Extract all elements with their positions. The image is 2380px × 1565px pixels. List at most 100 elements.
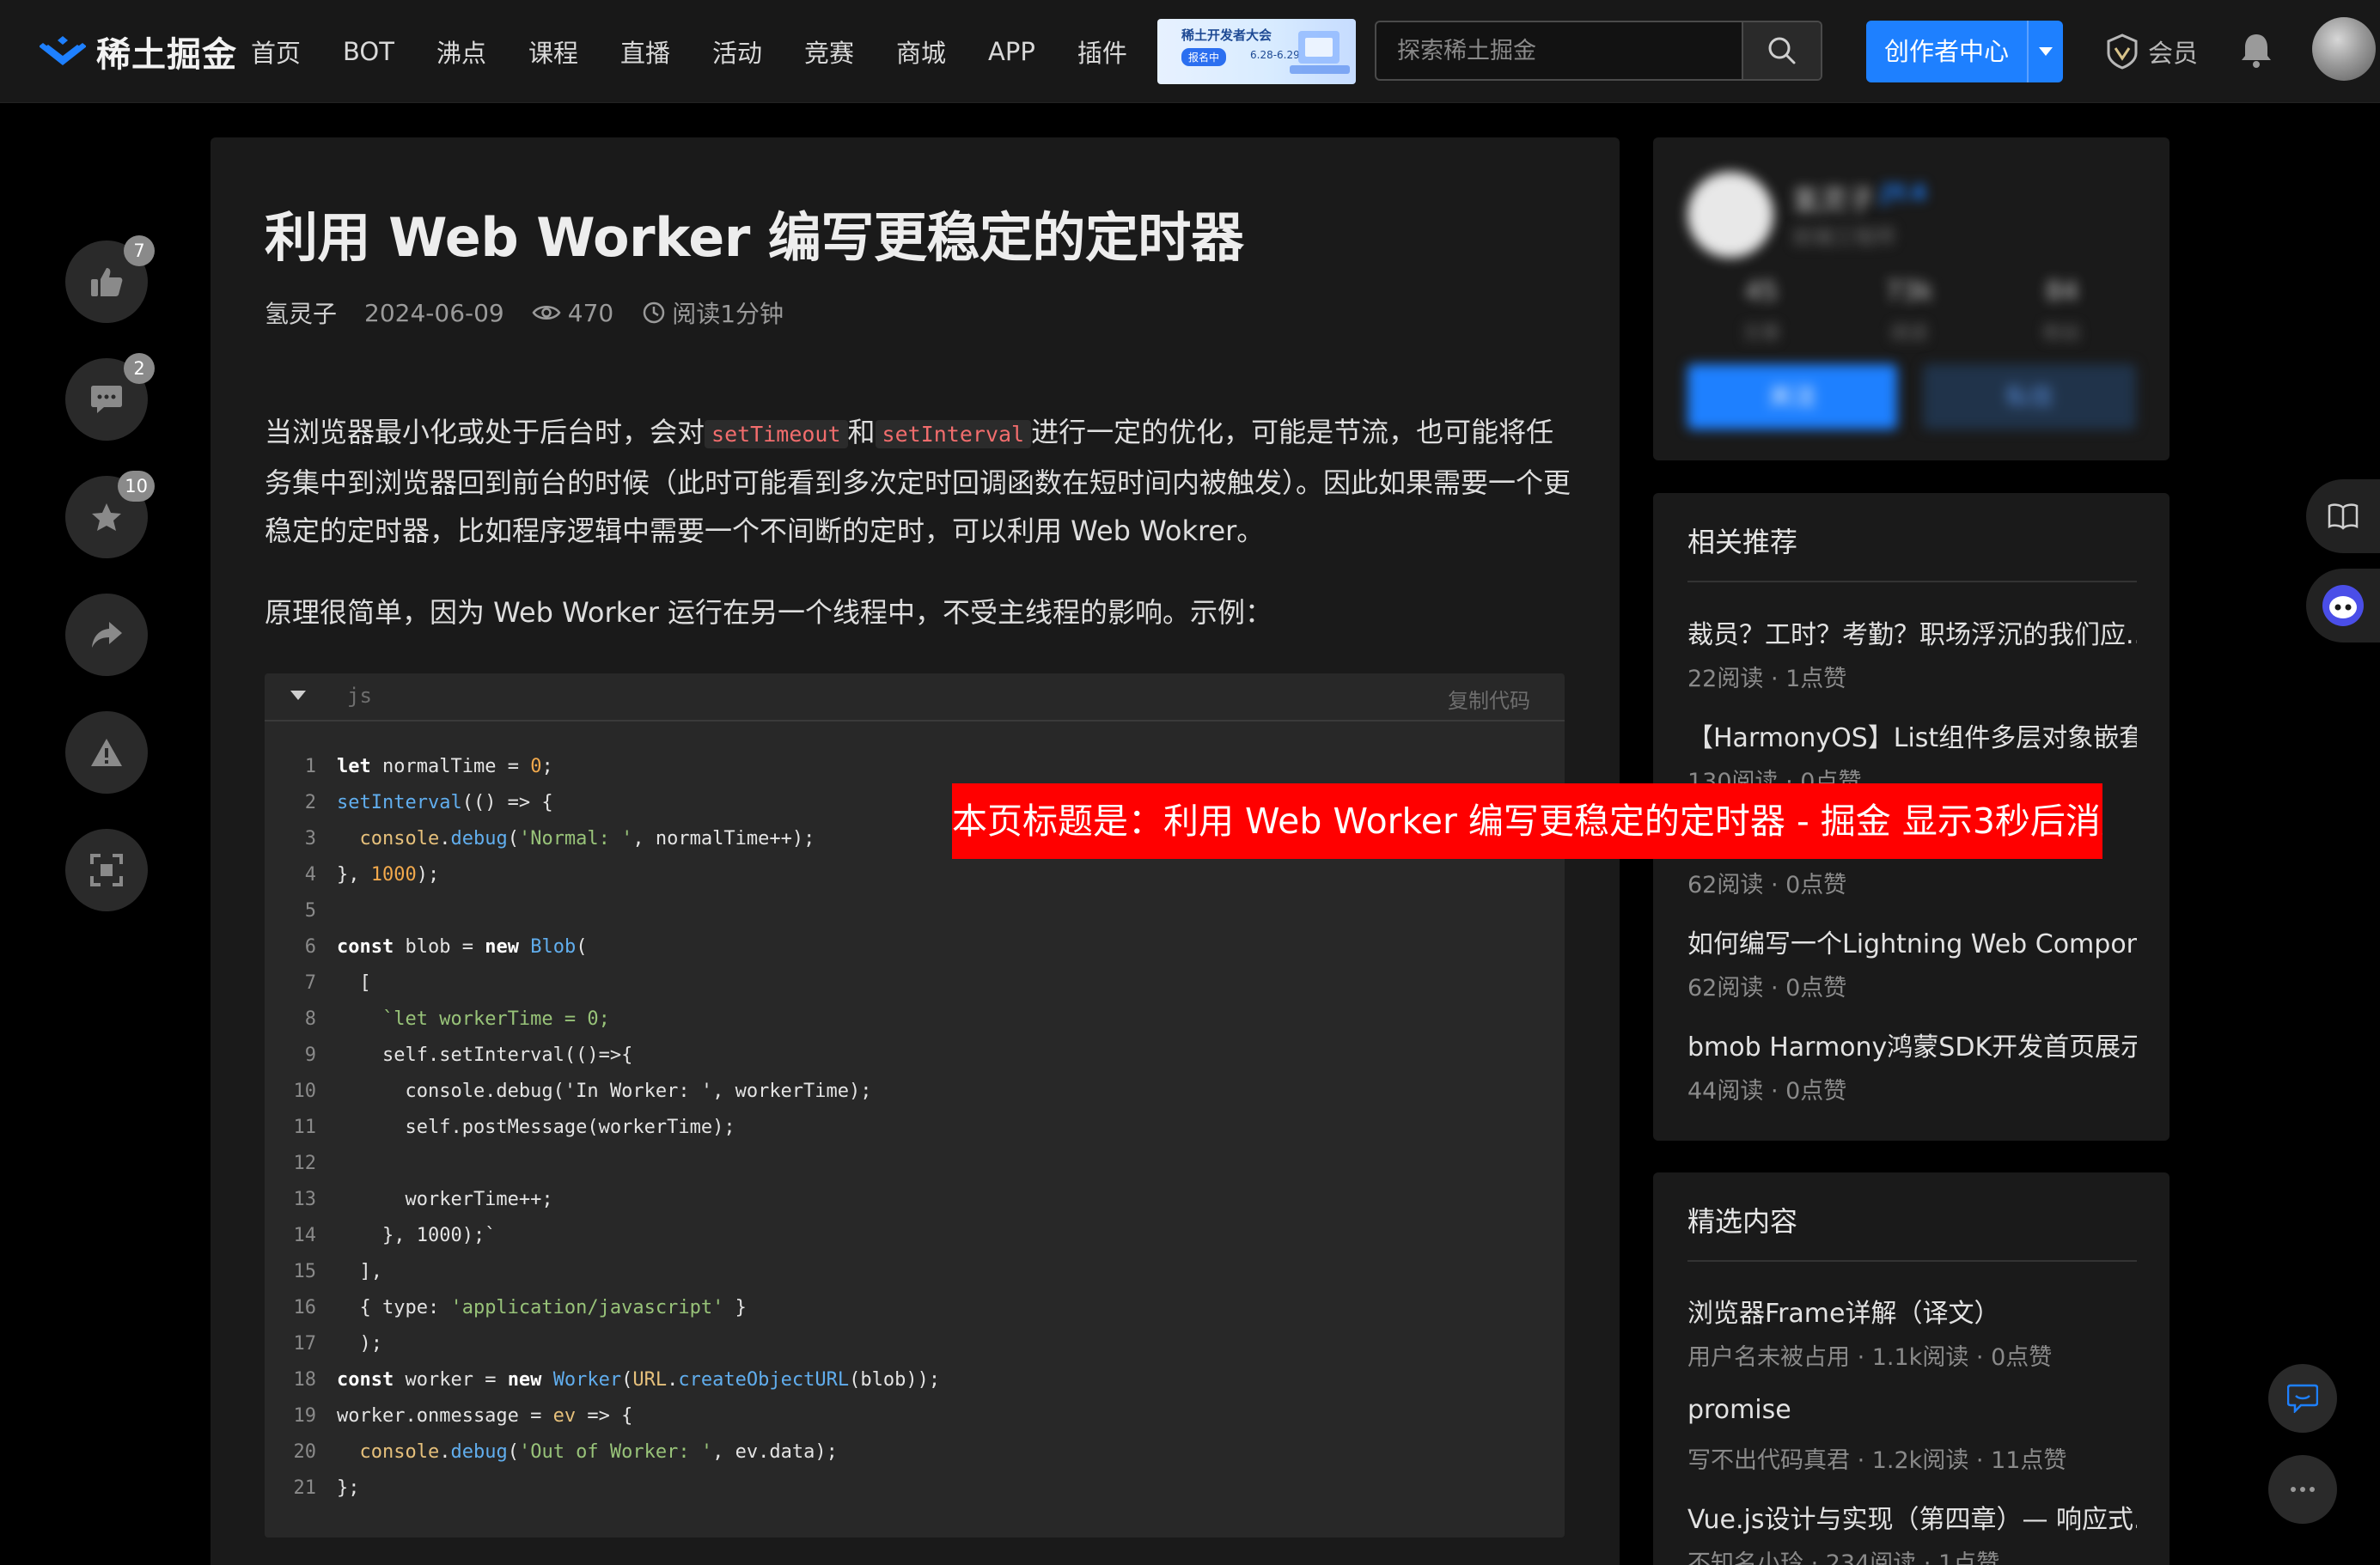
code-line: 5: [265, 893, 1565, 929]
line-content: }, 1000);`: [316, 1218, 496, 1254]
code-block-header: js 复制代码: [265, 673, 1565, 722]
stat-articles-label: 文章: [1742, 323, 1780, 344]
nav-contest[interactable]: 竞赛: [804, 33, 854, 70]
line-content: [: [316, 965, 370, 1002]
creator-center-button[interactable]: 创作者中心: [1866, 21, 2063, 82]
nav-app[interactable]: APP: [988, 37, 1035, 66]
featured-item-title[interactable]: 浏览器Frame详解（译文）: [1687, 1292, 2137, 1330]
featured-item-meta: 写不出代码真君 · 1.2k阅读 · 11点赞: [1687, 1447, 2067, 1474]
stat-followers-label: 粉丝: [2042, 323, 2081, 344]
follow-button[interactable]: 关注: [1687, 364, 1897, 429]
collect-button[interactable]: 10: [65, 471, 155, 558]
code-line: 14 }, 1000);`: [265, 1218, 1565, 1254]
nav-pins[interactable]: 沸点: [436, 33, 486, 70]
line-number: 15: [293, 1261, 317, 1282]
nav-shop[interactable]: 商城: [896, 33, 946, 70]
code-token: }, 1000);`: [337, 1225, 497, 1246]
line-number: 1: [304, 756, 316, 777]
more-options-button[interactable]: [2268, 1455, 2337, 1524]
code-token: createObjectURL: [678, 1369, 850, 1391]
nav-extension[interactable]: 插件: [1077, 33, 1127, 70]
ai-assistant-button[interactable]: [2306, 569, 2380, 642]
related-item-title[interactable]: 如何编写一个Lightning Web Compon...: [1687, 923, 2137, 960]
read-time-value: 阅读1分钟: [672, 300, 784, 328]
copy-code-button[interactable]: 复制代码: [1448, 684, 1530, 714]
more-dots-icon: [2291, 1487, 2315, 1492]
code-token: self.setInterval(()=>{: [337, 1044, 633, 1066]
stat-articles-value: 45: [1744, 277, 1779, 307]
author-avatar[interactable]: [1687, 172, 1773, 258]
title-toast: 本页标题是：利用 Web Worker 编写更稳定的定时器 - 掘金 显示3秒后…: [952, 783, 2102, 859]
author-name-link[interactable]: 氢灵子: [265, 295, 337, 330]
code-line: 6 const blob = new Blob(: [265, 929, 1565, 965]
code-token: console.debug('In Worker: ', workerTime)…: [337, 1081, 872, 1102]
code-token: 'Normal: ': [518, 828, 633, 849]
related-item-title[interactable]: bmob Harmony鸿蒙SDK开发首页展示...: [1687, 1026, 2137, 1063]
like-button[interactable]: 7: [65, 235, 155, 323]
juejin-logo-icon: [40, 36, 86, 65]
code-token: `let workerTime = 0;: [381, 1008, 610, 1030]
notification-button[interactable]: [2239, 31, 2273, 72]
view-count: 470: [532, 299, 613, 327]
code-token: self.postMessage(workerTime);: [337, 1117, 735, 1138]
code-token: const: [337, 936, 394, 958]
code-token: 'application/javascript': [450, 1297, 724, 1318]
line-content: console.debug('Normal: ', normalTime++);: [316, 821, 815, 857]
line-number: 2: [304, 792, 316, 813]
thumbs-up-icon: [91, 268, 123, 296]
nav-bot[interactable]: BOT: [343, 37, 394, 66]
comment-button[interactable]: 2: [65, 353, 155, 441]
featured-item-meta: 不知名小玲 · 234阅读 · 1点赞: [1687, 1550, 2000, 1565]
user-avatar[interactable]: [2312, 17, 2376, 81]
code-token: console: [359, 1441, 440, 1463]
article-meta: 氢灵子 2024-06-09 470 阅读1分钟: [265, 294, 784, 332]
related-item-title[interactable]: 【HarmonyOS】List组件多层对象嵌套...: [1687, 716, 2137, 754]
code-token: ],: [337, 1261, 382, 1282]
code-token: new: [507, 1369, 542, 1391]
line-content: const worker = new Worker(URL.createObje…: [316, 1362, 940, 1398]
share-button[interactable]: [65, 594, 148, 676]
author-level-badge: JY.4: [1882, 180, 1927, 206]
reading-mode-button[interactable]: [2306, 479, 2380, 553]
collapse-toggle-icon[interactable]: [290, 691, 306, 700]
nav-course[interactable]: 课程: [528, 33, 578, 70]
fullscreen-icon: [90, 854, 123, 886]
creator-dropdown-toggle[interactable]: [2027, 21, 2063, 82]
promo-banner[interactable]: 稀土开发者大会 报名中 6.28-6.29: [1157, 19, 1356, 84]
featured-item-title[interactable]: Vue.js设计与实现（第四章）— 响应式...: [1687, 1498, 2137, 1536]
comment-icon: [91, 386, 122, 413]
featured-item-title[interactable]: promise: [1687, 1395, 2137, 1425]
share-arrow-icon: [92, 622, 122, 648]
code-token: URL: [632, 1369, 668, 1391]
author-card-name[interactable]: 氢灵子: [1792, 179, 1875, 218]
stat-reads-label: 阅读: [1889, 323, 1928, 344]
search-icon: [1768, 37, 1796, 64]
line-number: 13: [293, 1189, 317, 1210]
line-number: 11: [293, 1117, 317, 1138]
nav-home[interactable]: 首页: [251, 33, 301, 70]
search-box: [1375, 21, 1822, 81]
code-token: };: [337, 1477, 360, 1499]
feedback-button[interactable]: [2268, 1364, 2337, 1433]
banner-badge: 报名中: [1181, 48, 1227, 66]
code-token: , normalTime++);: [632, 828, 815, 849]
code-line: 21};: [265, 1471, 1565, 1507]
report-button[interactable]: [65, 711, 148, 794]
related-item-title[interactable]: 裁员？工时？考勤？职场浮沉的我们应...: [1687, 613, 2137, 651]
article-title: 利用 Web Worker 编写更稳定的定时器: [265, 206, 1244, 269]
line-number: 18: [293, 1369, 317, 1391]
search-input[interactable]: [1376, 22, 1742, 79]
juejin-logo[interactable]: 稀土掘金: [40, 26, 237, 77]
vip-link[interactable]: 会员: [2103, 31, 2198, 72]
line-number: 20: [293, 1441, 317, 1463]
focus-mode-button[interactable]: [65, 829, 148, 911]
nav-live[interactable]: 直播: [620, 33, 670, 70]
message-button[interactable]: 私信: [1923, 364, 2136, 429]
line-number: 9: [304, 1044, 316, 1066]
nav-events[interactable]: 活动: [712, 33, 762, 70]
search-button[interactable]: [1742, 22, 1821, 79]
code-line: 12: [265, 1146, 1565, 1182]
line-content: console.debug('In Worker: ', workerTime)…: [316, 1074, 872, 1110]
